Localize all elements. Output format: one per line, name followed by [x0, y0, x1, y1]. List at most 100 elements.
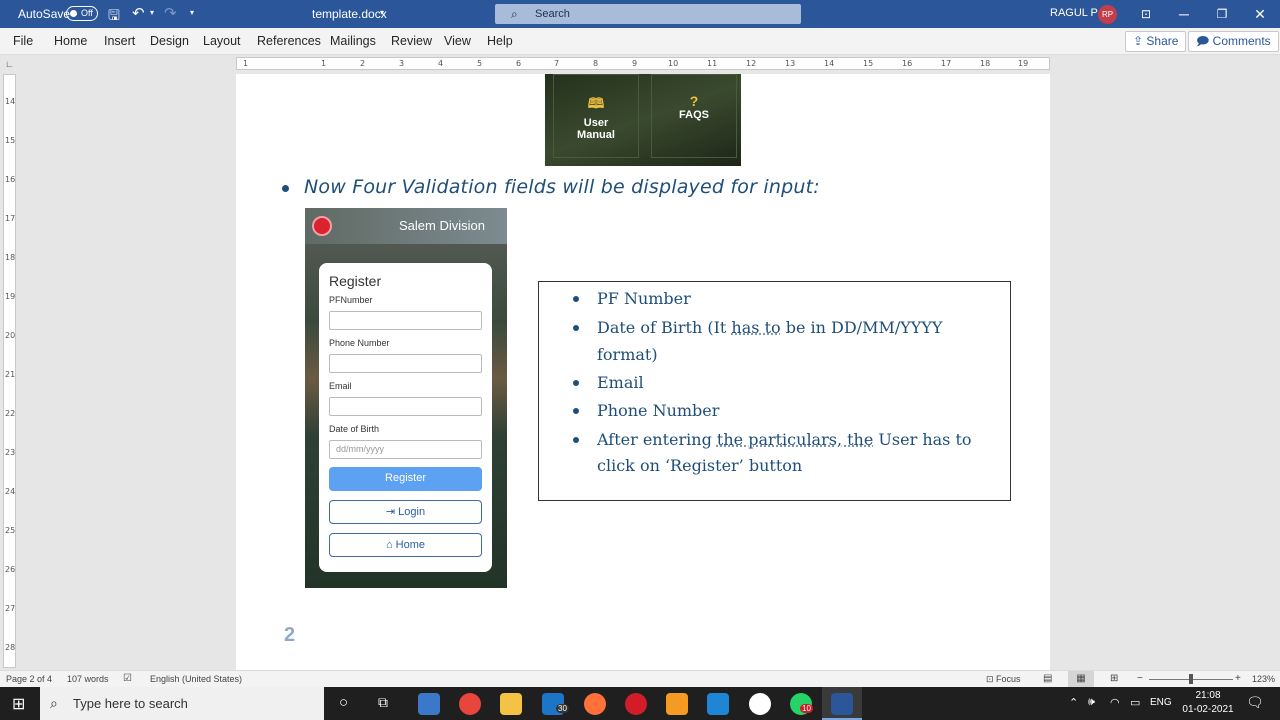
- list-item: PF Number: [573, 285, 691, 312]
- save-icon[interactable]: 🖫: [108, 5, 120, 29]
- pf-number-input: [329, 311, 482, 330]
- undo-icon[interactable]: ↶: [132, 4, 145, 22]
- horizontal-ruler[interactable]: 1 1 2 3 4 5 6 7 8 9 10 11 12 13 14 15 16…: [236, 57, 1050, 70]
- tab-insert[interactable]: Insert: [104, 34, 135, 48]
- language-indicator[interactable]: ENG: [1150, 697, 1172, 708]
- language-status[interactable]: English (United States): [150, 674, 242, 684]
- zoom-out-icon[interactable]: −: [1137, 673, 1143, 684]
- ribbon-tabs: File Home Insert Design Layout Reference…: [0, 28, 1280, 55]
- close-icon[interactable]: ✕: [1250, 4, 1270, 24]
- git-icon[interactable]: [749, 693, 771, 715]
- cortana-icon[interactable]: ○: [339, 694, 348, 711]
- autosave-toggle[interactable]: Off: [66, 6, 98, 21]
- tab-home[interactable]: Home: [54, 34, 87, 48]
- user-manual-tile: 🕮 User Manual: [553, 74, 639, 158]
- network-icon[interactable]: ▭: [1130, 696, 1140, 709]
- status-bar: Page 2 of 4 107 words ☑ English (United …: [0, 670, 1280, 687]
- chrome-icon[interactable]: [459, 693, 481, 715]
- read-mode-icon[interactable]: ▤: [1043, 673, 1052, 684]
- avatar[interactable]: RP: [1098, 5, 1117, 24]
- book-icon: 🕮: [587, 95, 605, 111]
- dob-input: dd/mm/yyyy: [329, 440, 482, 459]
- section-heading: Now Four Validation fields will be displ…: [304, 176, 820, 198]
- email-input: [329, 397, 482, 416]
- vscode-icon[interactable]: [707, 693, 729, 715]
- question-icon: ?: [689, 93, 699, 109]
- taskbar-search[interactable]: ⌕ Type here to search: [40, 687, 324, 720]
- comments-button[interactable]: 🗩 Comments: [1188, 31, 1279, 52]
- home-icon: ⌂: [385, 539, 396, 551]
- restore-icon[interactable]: ❐: [1212, 4, 1232, 24]
- tab-help[interactable]: Help: [487, 34, 513, 48]
- title-dropdown-icon[interactable]: ▾: [380, 8, 384, 17]
- tray-chevron-icon[interactable]: ⌃: [1069, 696, 1078, 709]
- tab-mailings[interactable]: Mailings: [330, 34, 376, 48]
- railway-logo-icon: [312, 216, 332, 236]
- tab-review[interactable]: Review: [391, 34, 432, 48]
- word-taskbar-button[interactable]: [822, 687, 862, 720]
- wifi-icon[interactable]: ◠: [1110, 696, 1120, 709]
- store-icon[interactable]: [418, 693, 440, 715]
- sublime-icon[interactable]: [666, 693, 688, 715]
- print-layout-icon[interactable]: ▦: [1068, 671, 1094, 687]
- volume-icon[interactable]: 🕪: [1088, 696, 1095, 709]
- autosave-label: AutoSave: [18, 7, 71, 21]
- zoom-in-icon[interactable]: +: [1235, 673, 1241, 684]
- mail-badge: 30: [556, 704, 569, 713]
- list-item-continuation: click on ‘Register’ button: [597, 456, 803, 475]
- search-box[interactable]: ⌕ Search: [495, 4, 801, 24]
- proofing-icon[interactable]: ☑: [123, 673, 132, 684]
- search-icon: ⌕: [50, 695, 58, 711]
- tab-references[interactable]: References: [257, 34, 321, 48]
- undo-dropdown-icon[interactable]: ▾: [150, 8, 154, 17]
- vertical-ruler[interactable]: 14 15 16 17 18 19 20 21 22 23 24 25 26 2…: [3, 74, 16, 668]
- zoom-level[interactable]: 123%: [1252, 674, 1275, 684]
- windows-start-icon[interactable]: ⊞: [12, 694, 25, 714]
- document-title[interactable]: template.docx: [312, 7, 387, 21]
- page-count[interactable]: Page 2 of 4: [6, 674, 52, 684]
- search-placeholder: Search: [535, 8, 570, 20]
- faqs-tile: ? FAQS: [651, 74, 737, 158]
- whatsapp-badge: 10: [800, 704, 813, 713]
- phone-number-label: Phone Number: [329, 338, 390, 348]
- app-header: Salem Division: [305, 208, 507, 244]
- tab-layout[interactable]: Layout: [203, 34, 241, 48]
- menu-tiles-image: 🕮 User Manual ? FAQS: [545, 74, 741, 166]
- ribbon-display-icon[interactable]: ⊡: [1136, 4, 1156, 24]
- bullet-text-box[interactable]: PF Number Date of Birth (It has to be in…: [538, 281, 1011, 501]
- share-icon: ⇪: [1133, 34, 1147, 48]
- register-card: Register PFNumber Phone Number Email Dat…: [319, 263, 492, 572]
- form-title: Register: [329, 273, 382, 289]
- focus-button[interactable]: ⊡ Focus: [986, 674, 1021, 685]
- list-item-continuation: format): [597, 345, 658, 364]
- list-item: Email: [573, 369, 644, 396]
- tab-file[interactable]: File: [13, 34, 33, 48]
- word-count[interactable]: 107 words: [67, 674, 109, 684]
- title-bar: AutoSave Off 🖫 ↶ ▾ ↷ ▾ template.docx ▾ ⌕…: [0, 0, 1280, 28]
- dob-label: Date of Birth: [329, 424, 380, 434]
- tab-selector-icon[interactable]: ∟: [5, 59, 14, 69]
- notifications-icon[interactable]: 🗨: [1246, 694, 1264, 711]
- task-view-icon[interactable]: ⧉: [378, 694, 388, 711]
- zoom-slider-thumb[interactable]: [1189, 674, 1193, 684]
- firefox-icon[interactable]: [584, 693, 606, 715]
- search-icon: ⌕: [511, 7, 518, 21]
- web-layout-icon[interactable]: ⊞: [1110, 673, 1118, 684]
- clock[interactable]: 21:08 01-02-2021: [1178, 689, 1238, 717]
- file-explorer-icon[interactable]: [500, 693, 522, 715]
- opera-icon[interactable]: [625, 693, 647, 715]
- tab-view[interactable]: View: [444, 34, 471, 48]
- tab-design[interactable]: Design: [150, 34, 189, 48]
- register-form-screenshot: Salem Division Register PFNumber Phone N…: [305, 208, 507, 588]
- redo-icon[interactable]: ↷: [164, 4, 177, 22]
- minimize-icon[interactable]: ─: [1174, 4, 1194, 24]
- register-button: Register: [329, 467, 482, 491]
- email-label: Email: [329, 381, 352, 391]
- app-header-title: Salem Division: [399, 218, 485, 233]
- login-button: ⇥ Login: [329, 500, 482, 524]
- share-button[interactable]: ⇪ Share: [1125, 31, 1187, 52]
- user-name[interactable]: RAGUL P: [1050, 7, 1098, 19]
- login-icon: ⇥: [385, 506, 399, 518]
- customize-toolbar-icon[interactable]: ▾: [190, 8, 194, 17]
- comment-icon: 🗩: [1196, 34, 1213, 48]
